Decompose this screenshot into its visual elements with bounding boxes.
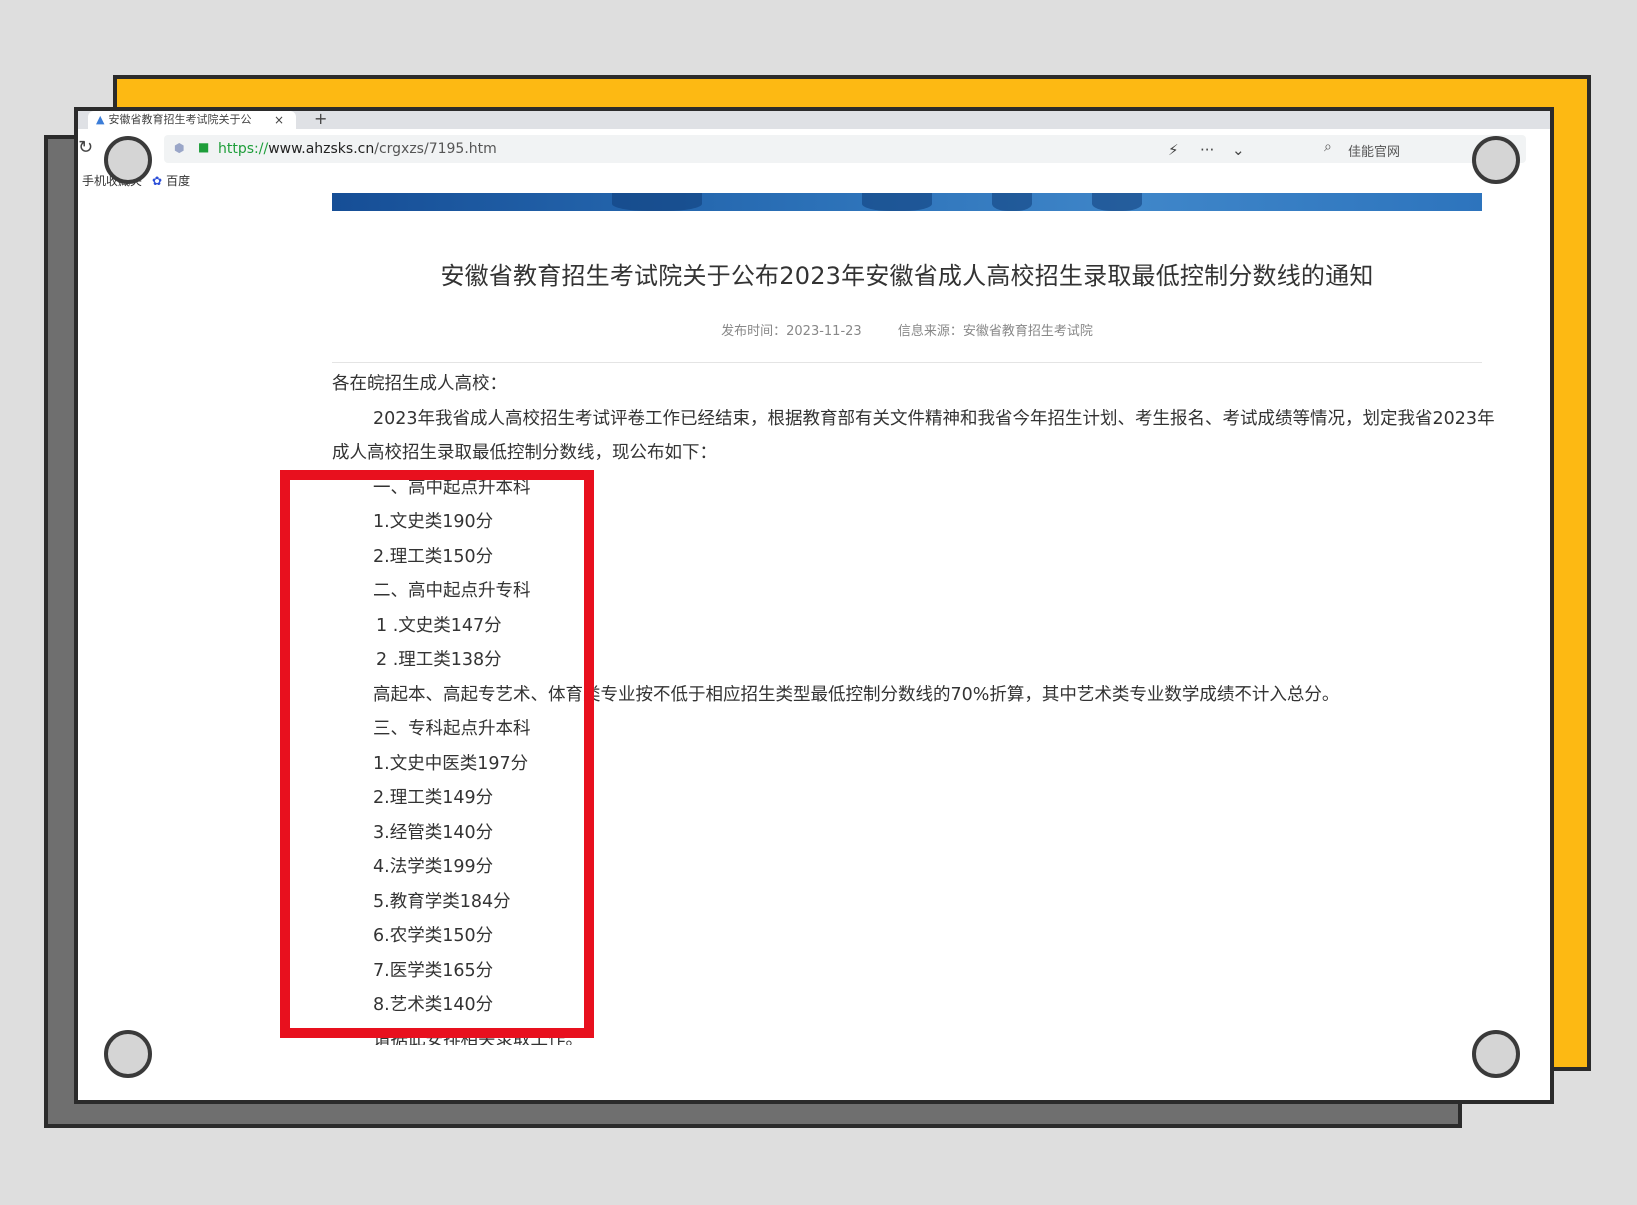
section-heading: 一、高中起点升本科 — [373, 477, 531, 498]
intro-line: 成人高校招生录取最低控制分数线，现公布如下： — [332, 443, 717, 463]
bookmarks-bar: 手机收藏夹 ✿ 百度 — [78, 169, 1550, 191]
score-item: 8.艺术类140分 — [373, 995, 494, 1015]
corner-screw — [1472, 1030, 1520, 1078]
score-item: 1.文史中医类197分 — [373, 753, 529, 774]
site-favicon-icon: ▲ — [96, 113, 105, 126]
score-item: 4.法学类199分 — [373, 857, 494, 877]
banner-figure — [862, 193, 932, 211]
search-text: 佳能官网 — [1348, 145, 1401, 160]
url-text[interactable]: https://www.ahzsks.cn/crgxzs/7195.htm — [218, 141, 497, 157]
corner-screw — [1472, 136, 1520, 184]
banner-figure — [992, 193, 1032, 211]
reload-icon[interactable]: ↻ — [78, 137, 93, 158]
corner-screw — [104, 136, 152, 184]
score-item: 1.文史类190分 — [373, 512, 494, 532]
corner-screw — [104, 1030, 152, 1078]
intro-line: 2023年我省成人高校招生考试评卷工作已经结束，根据教育部有关文件精神和我省今年… — [373, 408, 1495, 429]
tab-close-icon[interactable]: × — [274, 111, 284, 129]
chevron-down-icon[interactable]: ⌄ — [1232, 141, 1245, 159]
tab-title: 安徽省教育招生考试院关于公 — [108, 113, 252, 126]
score-item: 7.医学类165分 — [373, 960, 494, 981]
conversion-note: 高起本、高起专艺术、体育类专业按不低于相应招生类型最低控制分数线的70%折算，其… — [373, 684, 1340, 705]
info-source: 信息来源：安徽省教育招生考试院 — [897, 324, 1093, 339]
section-heading: 三、专科起点升本科 — [373, 719, 531, 739]
banner-figure — [612, 193, 702, 211]
score-item: 1 .文史类147分 — [376, 615, 502, 636]
article-body: 各在皖招生成人高校： 2023年我省成人高校招生考试评卷工作已经结束，根据教育部… — [332, 367, 1495, 1045]
bookmark-baidu[interactable]: ✿ 百度 — [152, 172, 190, 189]
tab-bar: ▲ 安徽省教育招生考试院关于公 × + — [78, 111, 1550, 129]
closing-line: 请据此安排相关录取工作。 — [373, 1029, 583, 1045]
article-title: 安徽省教育招生考试院关于公布2023年安徽省成人高校招生录取最低控制分数线的通知 — [440, 262, 1374, 290]
section-heading: 二、高中起点升专科 — [373, 581, 531, 601]
lightning-icon[interactable]: ⚡ — [1168, 141, 1179, 159]
banner-figure — [1092, 193, 1142, 211]
score-item: 6.农学类150分 — [373, 926, 494, 946]
shield-icon: ⬢ — [174, 141, 185, 155]
browser-tab[interactable]: ▲ 安徽省教育招生考试院关于公 — [88, 111, 296, 129]
score-item: 2 .理工类138分 — [376, 650, 502, 670]
new-tab-button[interactable]: + — [314, 111, 327, 128]
search-icon: ⌕ — [1324, 139, 1332, 155]
score-item: 3.经管类140分 — [373, 822, 494, 843]
score-item: 2.理工类150分 — [373, 546, 494, 567]
publish-time: 发布时间：2023-11-23 — [721, 324, 862, 339]
address-bar[interactable]: ⬢ ■ https://www.ahzsks.cn/crgxzs/7195.ht… — [164, 135, 1394, 163]
score-item: 5.教育学类184分 — [373, 891, 511, 912]
paw-icon: ✿ — [152, 174, 163, 188]
more-icon[interactable]: ··· — [1200, 141, 1214, 159]
browser-screenshot: ▲ 安徽省教育招生考试院关于公 × + ↻ ⬢ ■ https://www.ahz… — [74, 107, 1554, 1104]
lock-icon: ■ — [198, 140, 210, 154]
salutation: 各在皖招生成人高校： — [332, 374, 507, 394]
divider — [332, 362, 1482, 363]
page-banner — [332, 193, 1482, 211]
browser-toolbar: ↻ ⬢ ■ https://www.ahzsks.cn/crgxzs/7195.… — [78, 129, 1550, 169]
score-item: 2.理工类149分 — [373, 788, 494, 808]
article-meta: 发布时间：2023-11-23 信息来源：安徽省教育招生考试院 — [332, 320, 1482, 339]
